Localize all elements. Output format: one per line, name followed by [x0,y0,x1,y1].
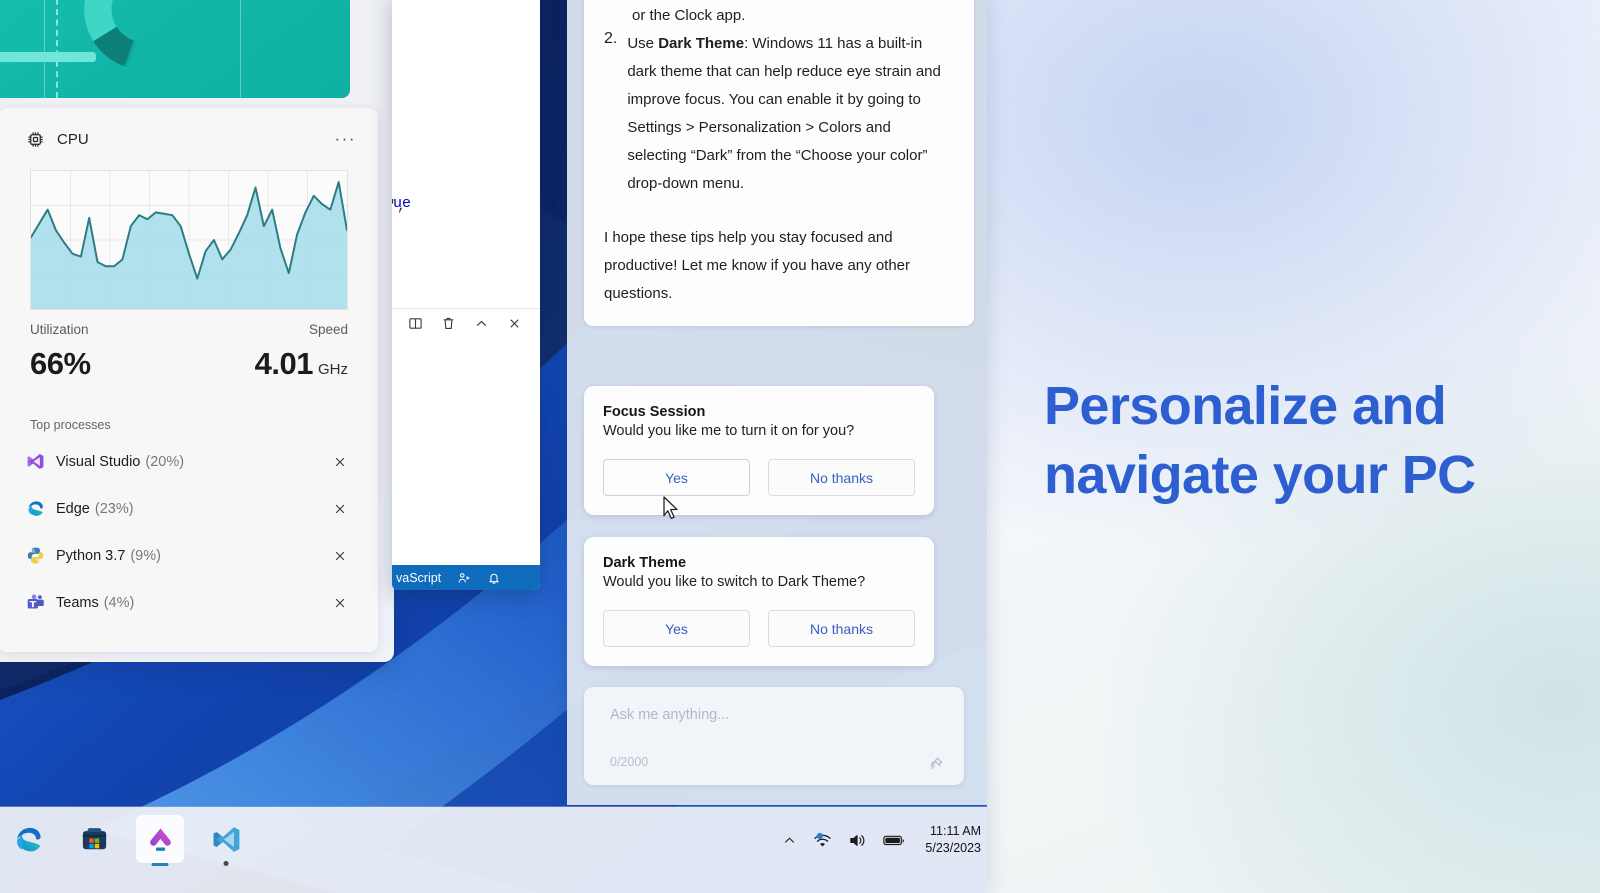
speaker-icon[interactable] [848,832,867,849]
clock-time: 11:11 AM [930,824,981,838]
card-subtitle: Would you like me to turn it on for you? [603,423,855,439]
card-title: Focus Session [603,404,706,420]
assistant-message-bubble: a focus session from notification center… [584,0,974,326]
list-item-number: 2. [604,30,618,47]
card-actions: Yes No thanks [603,610,915,647]
battery-icon[interactable] [883,833,905,847]
status-language[interactable]: vaScript [396,571,441,585]
taskbar-app-microsoft-store[interactable] [70,815,118,863]
chevron-up-icon[interactable] [474,316,489,331]
process-row[interactable]: Edge (23%) [26,485,351,532]
active-indicator [151,862,169,866]
split-pane-icon[interactable] [408,316,423,331]
speed-unit: GHz [318,361,348,378]
headline-line-1: Personalize and [1044,376,1447,436]
process-label: Edge (23%) [56,500,134,517]
card-actions: Yes No thanks [603,459,915,496]
cpu-widget-header: CPU ··· [26,126,356,152]
clock-date: 5/23/2023 [925,841,981,855]
taskbar: 11:11 AM 5/23/2023 [0,807,987,893]
taskbar-app-copilot[interactable] [136,815,184,866]
dark-theme-yes-button[interactable]: Yes [603,610,750,647]
top-processes-label: Top processes [30,418,111,432]
char-counter: 0/2000 [610,755,649,769]
cpu-usage-chart [30,170,348,310]
promo-widget[interactable] [0,0,350,98]
taskbar-apps [0,815,250,866]
chat-composer[interactable]: Ask me anything... 0/2000 [584,687,964,785]
edge-icon [26,499,45,518]
utilization-label: Utilization [30,322,89,337]
process-row[interactable]: Teams (4%) [26,579,351,626]
donut-chart-graphic [84,0,206,70]
list-item-text: Use Dark Theme: Windows 11 has a built-i… [627,35,941,192]
chevron-up-icon[interactable] [782,833,797,848]
widgets-board: CPU ··· Utilization Speed 66% 4.01 GHz T… [0,0,394,662]
process-row[interactable]: Visual Studio (20%) [26,438,351,485]
pin-icon[interactable] [928,756,944,772]
panel-divider [392,308,540,309]
process-label: Teams (4%) [56,594,135,611]
copilot-chat-panel: a focus session from notification center… [567,0,987,805]
process-row[interactable]: Python 3.7 (9%) [26,532,351,579]
card-subtitle: Would you like to switch to Dark Theme? [603,574,866,590]
process-label: Visual Studio (20%) [56,453,185,470]
card-title: Dark Theme [603,555,687,571]
close-icon[interactable] [507,316,522,331]
process-label: Python 3.7 (9%) [56,547,161,564]
trash-icon[interactable] [441,316,456,331]
cpu-widget-title: CPU [57,130,89,148]
process-close-button[interactable] [329,545,351,567]
editor-code-fragment: rue [392,195,412,212]
list-item: 2. Use Dark Theme: Windows 11 has a buil… [604,30,954,198]
vscode-window[interactable]: ', rue [392,0,540,590]
taskbar-app-vscode[interactable] [202,815,250,866]
desktop-screen: CPU ··· Utilization Speed 66% 4.01 GHz T… [0,0,987,893]
taskbar-app-edge[interactable] [4,815,52,863]
headline-line-2: navigate your PC [1044,445,1476,506]
focus-session-yes-button[interactable]: Yes [603,459,750,496]
focus-session-no-button[interactable]: No thanks [768,459,915,496]
process-close-button[interactable] [329,498,351,520]
screenshot-stage: Personalize and navigate your PC CPU ···… [0,0,1600,893]
process-close-button[interactable] [329,592,351,614]
message-closing: I hope these tips help you stay focused … [604,229,911,302]
cpu-chip-icon [26,130,45,149]
python-icon [26,546,45,565]
message-continuation: a focus session from notification center… [632,7,746,24]
panel-actions [408,316,522,331]
action-card-dark-theme: Dark Theme Would you like to switch to D… [584,537,934,666]
teams-icon [26,593,45,612]
running-indicator [223,861,229,866]
live-share-icon[interactable] [457,571,471,585]
taskbar-clock[interactable]: 11:11 AM 5/23/2023 [921,823,981,857]
chat-input-placeholder[interactable]: Ask me anything... [610,707,729,723]
presentation-headline: Personalize and navigate your PC [1044,372,1564,510]
process-close-button[interactable] [329,451,351,473]
utilization-value: 66% [30,346,91,381]
action-card-focus-session: Focus Session Would you like me to turn … [584,386,934,515]
speed-value: 4.01 [254,346,314,381]
bell-icon[interactable] [487,571,501,585]
list-item-bold: Dark Theme [658,35,745,52]
speed-label: Speed [308,322,348,337]
vscode-status-bar: vaScript [392,565,540,590]
message-ordered-list: 2. Use Dark Theme: Windows 11 has a buil… [604,30,954,198]
cpu-metrics: Utilization Speed 66% 4.01 GHz [30,322,348,382]
system-tray: 11:11 AM 5/23/2023 [782,823,981,857]
cpu-widget-more-button[interactable]: ··· [335,130,356,147]
wifi-icon[interactable] [813,832,832,849]
visual-studio-icon [26,452,45,471]
cpu-widget-card: CPU ··· Utilization Speed 66% 4.01 GHz T… [0,108,378,652]
dark-theme-no-button[interactable]: No thanks [768,610,915,647]
top-processes-list: Visual Studio (20%) Edge (23%) Python 3.7 (9%… [26,438,351,626]
